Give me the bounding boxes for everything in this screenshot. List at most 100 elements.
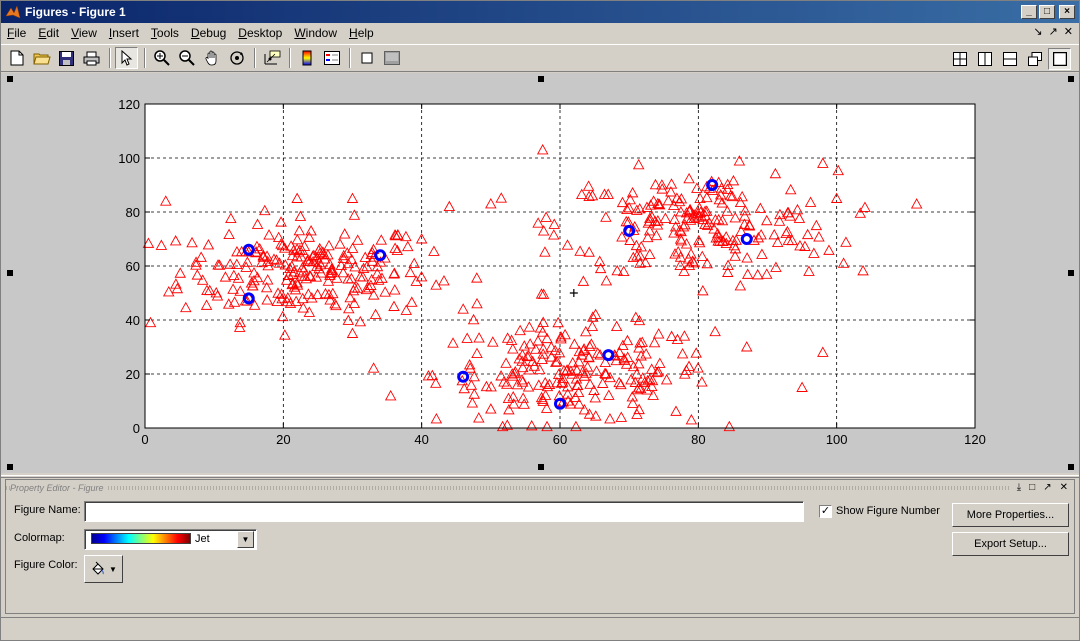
insert-legend-button[interactable] [320,47,343,69]
zoom-in-button[interactable] [150,47,173,69]
dropdown-arrow-icon: ▼ [109,564,117,574]
layout-controls [948,48,1073,70]
scatter-plot[interactable]: 0 20 40 60 80 100 120 0 20 40 60 80 100 120 [1,73,1079,473]
maximize-layout-button[interactable] [1048,48,1071,70]
property-editor-title: Property Editor - Figure [10,482,107,493]
y-tick-label: 80 [126,205,140,220]
menu-edit[interactable]: Edit [32,26,65,40]
left-right-icon [977,52,992,66]
figure-color-label: Figure Color: [14,559,78,571]
float-icon [1027,52,1042,66]
open-file-button[interactable] [30,47,53,69]
insert-colorbar-button[interactable] [295,47,318,69]
pan-hand-icon [205,50,216,66]
window-title: Figures - Figure 1 [25,5,126,19]
toolbar-separator [109,48,111,68]
status-bar [1,617,1079,640]
x-tick-label: 80 [691,432,705,447]
export-setup-button[interactable]: Export Setup... [952,532,1069,556]
toolbar-separator [289,48,291,68]
figure-name-label: Figure Name: [14,504,81,516]
dock-controls: ↘ ↗ ✕ [1033,25,1073,38]
float-window-icon[interactable]: ↗ [1049,25,1058,38]
show-plot-tools-icon [383,51,400,65]
menu-debug[interactable]: Debug [185,26,232,40]
toolbar-separator [144,48,146,68]
x-tick-label: 100 [826,432,848,447]
data-cursor-icon [264,50,280,65]
open-folder-icon [32,53,51,65]
y-tick-label: 120 [118,97,140,112]
x-tick-label: 0 [141,432,148,447]
menu-file[interactable]: File [1,26,32,40]
y-tick-label: 60 [126,259,140,274]
close-figure-icon[interactable]: ✕ [1064,25,1073,38]
y-tick-label: 100 [118,151,140,166]
new-file-button[interactable] [5,47,28,69]
new-file-icon [10,50,23,66]
top-bottom-icon [1002,52,1017,66]
x-tick-label: 60 [553,432,567,447]
hide-plot-tools-button[interactable] [355,47,378,69]
menu-desktop[interactable]: Desktop [232,26,288,40]
more-properties-button[interactable]: More Properties... [952,503,1069,527]
maximize-icon [1052,52,1067,66]
rotate-button[interactable] [225,47,248,69]
colormap-label: Colormap: [14,532,65,544]
undock-panel-icon[interactable]: ↗ [1043,482,1051,493]
y-tick-label: 40 [126,313,140,328]
left-right-layout-button[interactable] [973,48,996,70]
figure-canvas[interactable]: 0 20 40 60 80 100 120 0 20 40 60 80 100 120 [1,73,1079,473]
menu-view[interactable]: View [65,26,103,40]
show-figure-number-label: Show Figure Number [836,505,940,517]
figure-window: Figures - Figure 1 _ □ × File Edit View Ins… [0,0,1080,641]
data-cursor-button[interactable] [260,47,283,69]
hide-plot-tools-icon [361,52,372,64]
show-plot-tools-button[interactable] [380,47,403,69]
menu-tools[interactable]: Tools [145,26,185,40]
y-tick-label: 0 [133,421,140,436]
toolbar-separator [349,48,351,68]
zoom-out-icon [178,50,195,66]
zoom-out-button[interactable] [175,47,198,69]
maximize-button[interactable]: □ [1039,5,1055,19]
print-icon [83,51,100,65]
minimize-button[interactable]: _ [1021,5,1037,19]
menu-help[interactable]: Help [343,26,380,40]
top-bottom-layout-button[interactable] [998,48,1021,70]
menu-window[interactable]: Window [288,26,343,40]
save-button[interactable] [55,47,78,69]
show-figure-number-checkbox[interactable]: ✓ [819,505,832,518]
x-tick-label: 40 [414,432,428,447]
paint-bucket-icon [92,561,104,575]
property-editor-panel: Property Editor - Figure ⤓ □ ↗ ✕ Figure … [5,479,1075,614]
figure-name-input[interactable] [84,501,804,522]
print-button[interactable] [80,47,103,69]
figure-toolbar [1,44,1079,72]
zoom-in-icon [153,50,170,66]
maximize-panel-icon[interactable]: □ [1029,482,1035,493]
figure-color-button[interactable]: ▼ [84,555,123,583]
colorbar-icon [302,50,311,66]
menu-bar: File Edit View Insert Tools Debug Desktop Windo… [1,23,1079,43]
undock-icon[interactable]: ↘ [1033,25,1042,38]
chevron-down-icon: ▼ [241,535,250,544]
panel-divider[interactable] [1,475,1079,478]
matlab-logo-icon [5,5,21,19]
title-bar[interactable]: Figures - Figure 1 _ □ × [1,1,1079,23]
x-tick-label: 120 [964,432,986,447]
close-button[interactable]: × [1059,5,1075,19]
colormap-swatch [91,533,191,544]
colormap-dropdown-button[interactable]: ▼ [237,531,254,548]
tile-layout-button[interactable] [948,48,971,70]
float-layout-button[interactable] [1023,48,1046,70]
toolbar-separator [254,48,256,68]
rotate-3d-icon [229,51,244,65]
close-panel-icon[interactable]: ✕ [1060,482,1068,493]
menu-insert[interactable]: Insert [103,26,145,40]
colormap-select[interactable]: Jet ▼ [84,529,257,550]
pan-button[interactable] [200,47,223,69]
edit-plot-button[interactable] [115,47,138,69]
property-editor-header: Property Editor - Figure ⤓ □ ↗ ✕ [6,480,1074,495]
pin-icon[interactable]: ⤓ [1017,482,1021,493]
